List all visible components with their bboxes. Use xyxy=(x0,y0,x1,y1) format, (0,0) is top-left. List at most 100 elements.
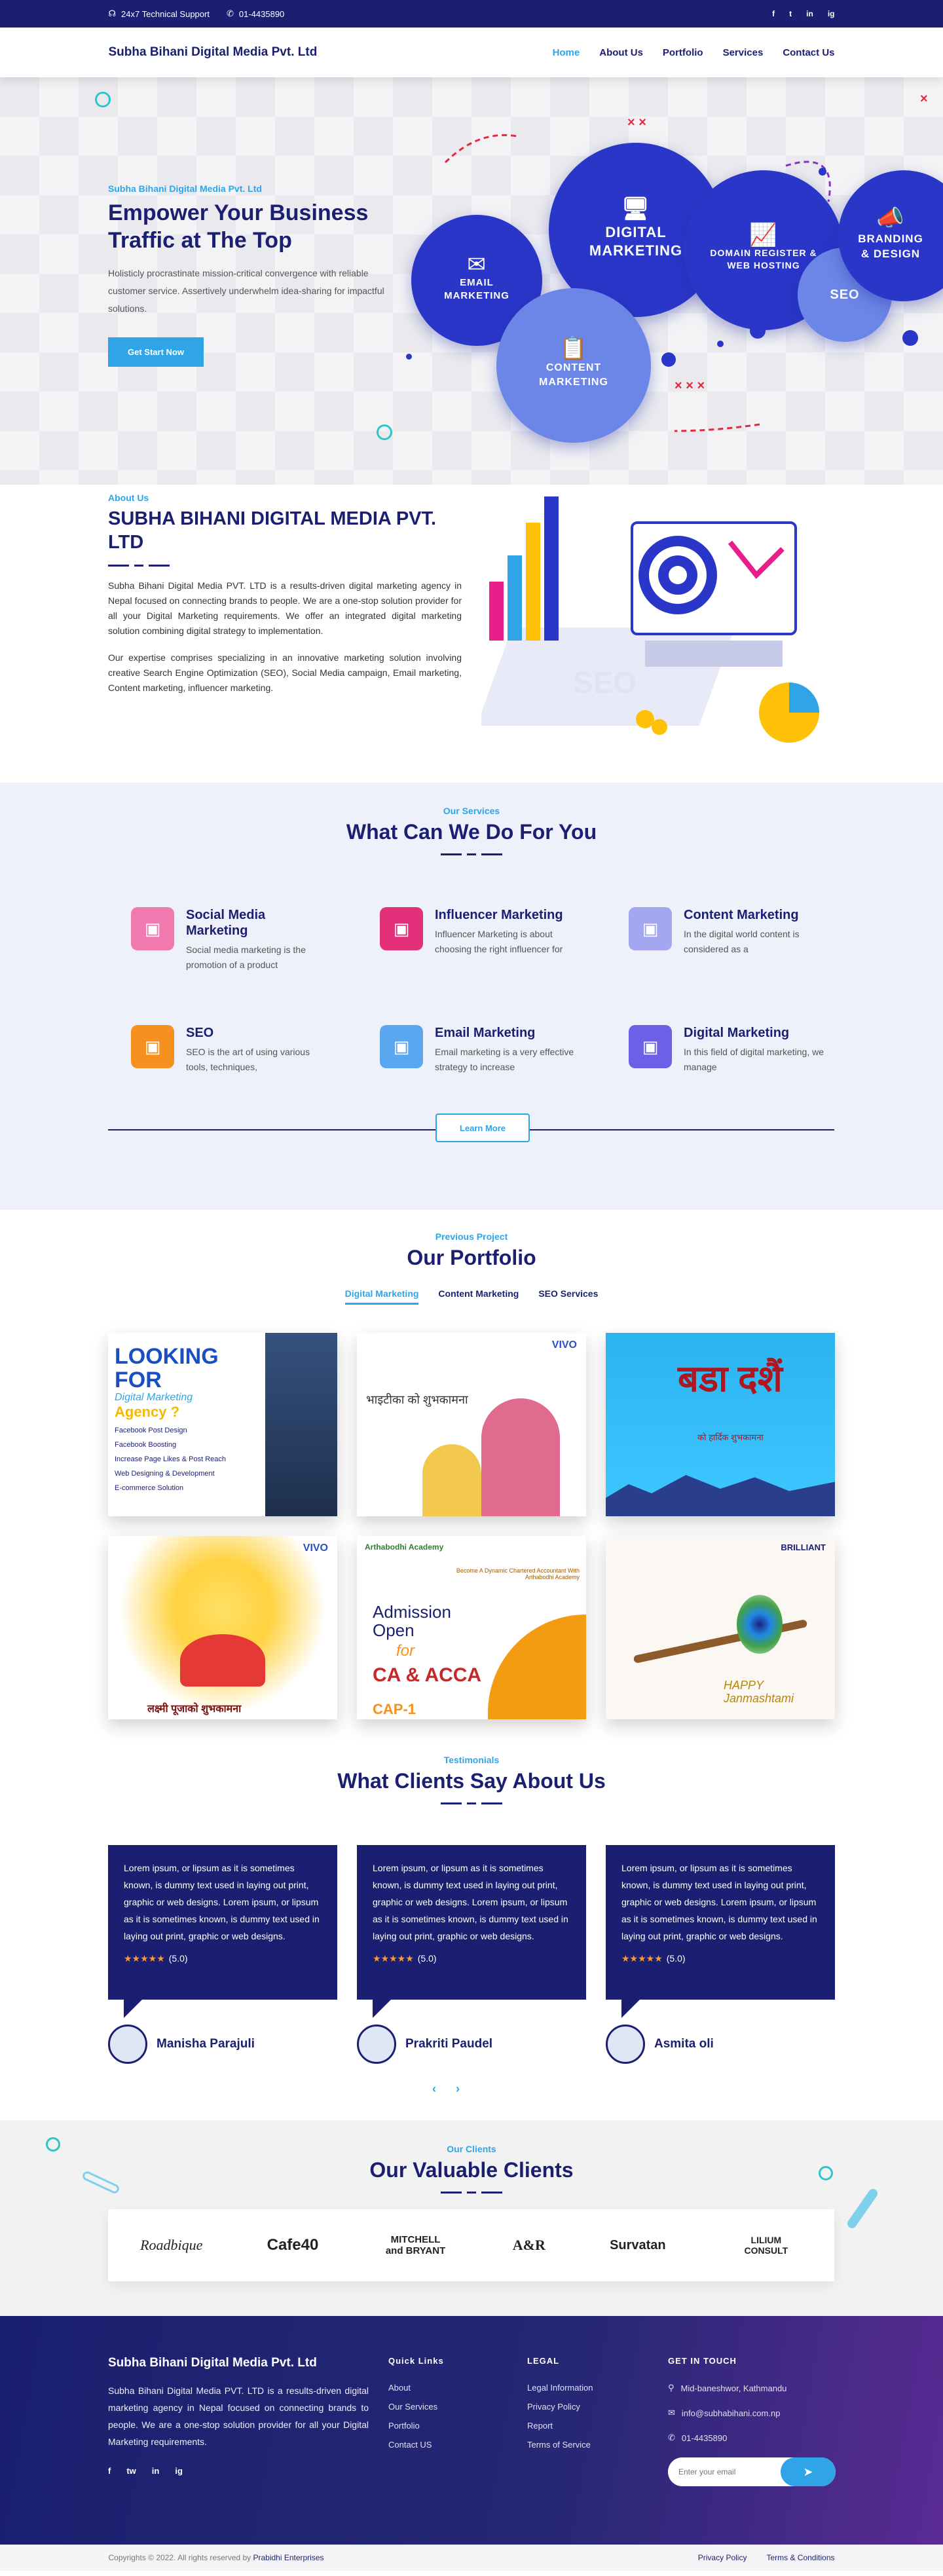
chevron-right-icon[interactable]: › xyxy=(456,2082,460,2096)
footer-brand: Subha Bihani Digital Media Pvt. Ltd xyxy=(108,2356,317,2370)
linkedin-icon[interactable]: in xyxy=(152,2466,160,2476)
decor-x: × × xyxy=(627,115,646,130)
footer-link[interactable]: Contact US xyxy=(388,2440,444,2450)
twitter-icon[interactable]: t xyxy=(789,9,792,18)
tab-seo-services[interactable]: SEO Services xyxy=(538,1288,598,1305)
card-sub2: Agency ? xyxy=(115,1404,180,1420)
client-logo[interactable]: Cafe40 xyxy=(267,2236,319,2254)
clients-section: Our Clients Our Valuable Clients Roadbiq… xyxy=(0,2120,943,2316)
title-divider xyxy=(0,2192,943,2193)
service-card-content[interactable]: ▣ Content Marketing In the digital world … xyxy=(629,907,825,973)
tab-digital-marketing[interactable]: Digital Marketing xyxy=(344,1288,419,1305)
footer-link[interactable]: Our Services xyxy=(388,2402,444,2412)
decor-dot xyxy=(661,352,676,367)
portfolio-card[interactable]: BRILLIANT HAPPY Janmashtami xyxy=(606,1536,835,1719)
service-title: Social Media Marketing xyxy=(186,908,266,938)
about-text: About Us SUBHA BIHANI DIGITAL MEDIA PVT.… xyxy=(108,493,462,696)
service-card-email[interactable]: ▣ Email Marketing Email marketing is a ve… xyxy=(380,1025,576,1075)
get-start-button[interactable]: Get Start Now xyxy=(108,337,204,367)
service-text: In this field of digital marketing, we m… xyxy=(684,1047,824,1072)
decor-dot xyxy=(902,330,918,346)
main-menu: Home About Us Portfolio Services Contact… xyxy=(553,47,835,58)
send-button[interactable]: ➤ xyxy=(781,2457,836,2486)
learn-more-row: Learn More xyxy=(108,1113,834,1142)
portfolio-header: Previous Project Our Portfolio xyxy=(0,1231,943,1270)
footer-link[interactable]: Portfolio xyxy=(388,2421,444,2431)
card-heading: लक्ष्मी पूजाको शुभकामना xyxy=(147,1704,242,1715)
portfolio-card[interactable]: LOOKING FOR Digital Marketing Agency ? F… xyxy=(108,1333,337,1516)
decor-x: × xyxy=(920,92,928,106)
speech-tail xyxy=(124,2000,142,2018)
contact-phone[interactable]: 01-4435890 xyxy=(682,2433,727,2443)
learn-more-button[interactable]: Learn More xyxy=(435,1113,530,1142)
twitter-icon[interactable]: tw xyxy=(126,2466,136,2476)
instagram-icon[interactable]: ig xyxy=(175,2466,183,2476)
card-sub: Digital Marketing xyxy=(115,1392,193,1403)
footer-heading: LEGAL xyxy=(527,2356,560,2366)
portfolio-card[interactable]: VIVO भाइटीका को शुभकामना xyxy=(357,1333,586,1516)
decor-dot xyxy=(717,341,724,347)
service-card-social[interactable]: ▣ Social Media Marketing Social media mar… xyxy=(131,907,327,973)
carousel-nav: ‹ › xyxy=(432,2082,460,2096)
service-card-seo[interactable]: ▣ SEO SEO is the art of using various too… xyxy=(131,1025,327,1075)
clients-title: Our Valuable Clients xyxy=(369,2158,574,2182)
company-link[interactable]: Prabidhi Enterprises xyxy=(253,2553,324,2562)
author-name: Manisha Parajuli xyxy=(157,2037,255,2051)
facebook-icon[interactable]: f xyxy=(772,9,775,18)
phone-item[interactable]: ✆ 01-4435890 xyxy=(227,9,284,19)
person-image xyxy=(265,1333,337,1516)
service-card-influencer[interactable]: ▣ Influencer Marketing Influencer Marketi… xyxy=(380,907,576,973)
service-card-digital[interactable]: ▣ Digital Marketing In this field of digi… xyxy=(629,1025,825,1075)
facebook-icon[interactable]: f xyxy=(108,2466,111,2476)
services-header: Our Services What Can We Do For You xyxy=(0,783,943,855)
client-logo[interactable]: Survatan xyxy=(610,2238,666,2253)
nav-contact[interactable]: Contact Us xyxy=(783,47,834,58)
nav-portfolio[interactable]: Portfolio xyxy=(663,47,703,58)
client-logo[interactable]: MITCHELL and BRYANT xyxy=(383,2234,449,2256)
footer-link[interactable]: Privacy Policy xyxy=(527,2402,593,2412)
speech-tail xyxy=(621,2000,640,2018)
client-logo[interactable]: LILIUM CONSULT xyxy=(730,2235,802,2256)
linkedin-icon[interactable]: in xyxy=(806,9,813,18)
instagram-icon[interactable]: ig xyxy=(828,9,835,18)
card-heading: HAPPY Janmashtami xyxy=(724,1679,794,1705)
portfolio-card[interactable]: Arthabodhi Academy Become A Dynamic Char… xyxy=(357,1536,586,1719)
svg-text:SEO: SEO xyxy=(573,665,637,700)
decor-x: × × × xyxy=(675,379,705,393)
email-icon: ✉ xyxy=(467,252,487,277)
email-icon: ▣ xyxy=(380,1025,423,1068)
privacy-link[interactable]: Privacy Policy xyxy=(698,2553,747,2562)
portfolio-card[interactable]: VIVO लक्ष्मी पूजाको शुभकामना xyxy=(108,1536,337,1719)
brand-logo[interactable]: Subha Bihani Digital Media Pvt. Ltd xyxy=(109,45,318,60)
copyright-text: Copyrights © 2022. All rights reserved b… xyxy=(108,2553,251,2562)
footer-social: f tw in ig xyxy=(108,2466,369,2476)
decor-ring xyxy=(819,2166,833,2180)
card-heading: भाइटीका को शुभकामना xyxy=(366,1393,468,1406)
testimonials-title: What Clients Say About Us xyxy=(337,1769,606,1793)
client-logo[interactable]: Roadbique xyxy=(140,2237,202,2254)
portfolio-card[interactable]: बडा दशैं को हार्दिक शुभकामना xyxy=(606,1333,835,1516)
topbar: ☊ 24x7 Technical Support ✆ 01-4435890 f t … xyxy=(0,0,943,28)
service-text: Email marketing is a very effective stra… xyxy=(435,1047,574,1072)
avatar xyxy=(357,2025,396,2064)
nav-services[interactable]: Services xyxy=(723,47,764,58)
service-title: Email Marketing xyxy=(435,1026,536,1040)
newsletter-email-input[interactable] xyxy=(668,2457,781,2486)
footer-link[interactable]: Legal Information xyxy=(527,2383,593,2393)
testimonials-header: Testimonials What Clients Say About Us xyxy=(0,1755,943,1804)
nav-home[interactable]: Home xyxy=(553,47,580,58)
terms-link[interactable]: Terms & Conditions xyxy=(766,2553,834,2562)
nav-about[interactable]: About Us xyxy=(599,47,643,58)
footer-link[interactable]: About xyxy=(388,2383,444,2393)
footer-link[interactable]: Report xyxy=(527,2421,593,2431)
client-logo[interactable]: A&R xyxy=(513,2237,545,2254)
newsletter-form: ➤ xyxy=(668,2457,836,2486)
footer-legal: LEGAL Legal Information Privacy Policy R… xyxy=(527,2356,593,2459)
footer-link[interactable]: Terms of Service xyxy=(527,2440,593,2450)
chevron-left-icon[interactable]: ‹ xyxy=(432,2082,436,2096)
footer: Subha Bihani Digital Media Pvt. Ltd Subh… xyxy=(0,2316,943,2545)
contact-email[interactable]: info@subhabihani.com.np xyxy=(682,2408,781,2418)
portfolio-eyebrow: Previous Project xyxy=(435,1231,508,1242)
decor-ring xyxy=(46,2137,60,2152)
tab-content-marketing[interactable]: Content Marketing xyxy=(438,1288,519,1305)
